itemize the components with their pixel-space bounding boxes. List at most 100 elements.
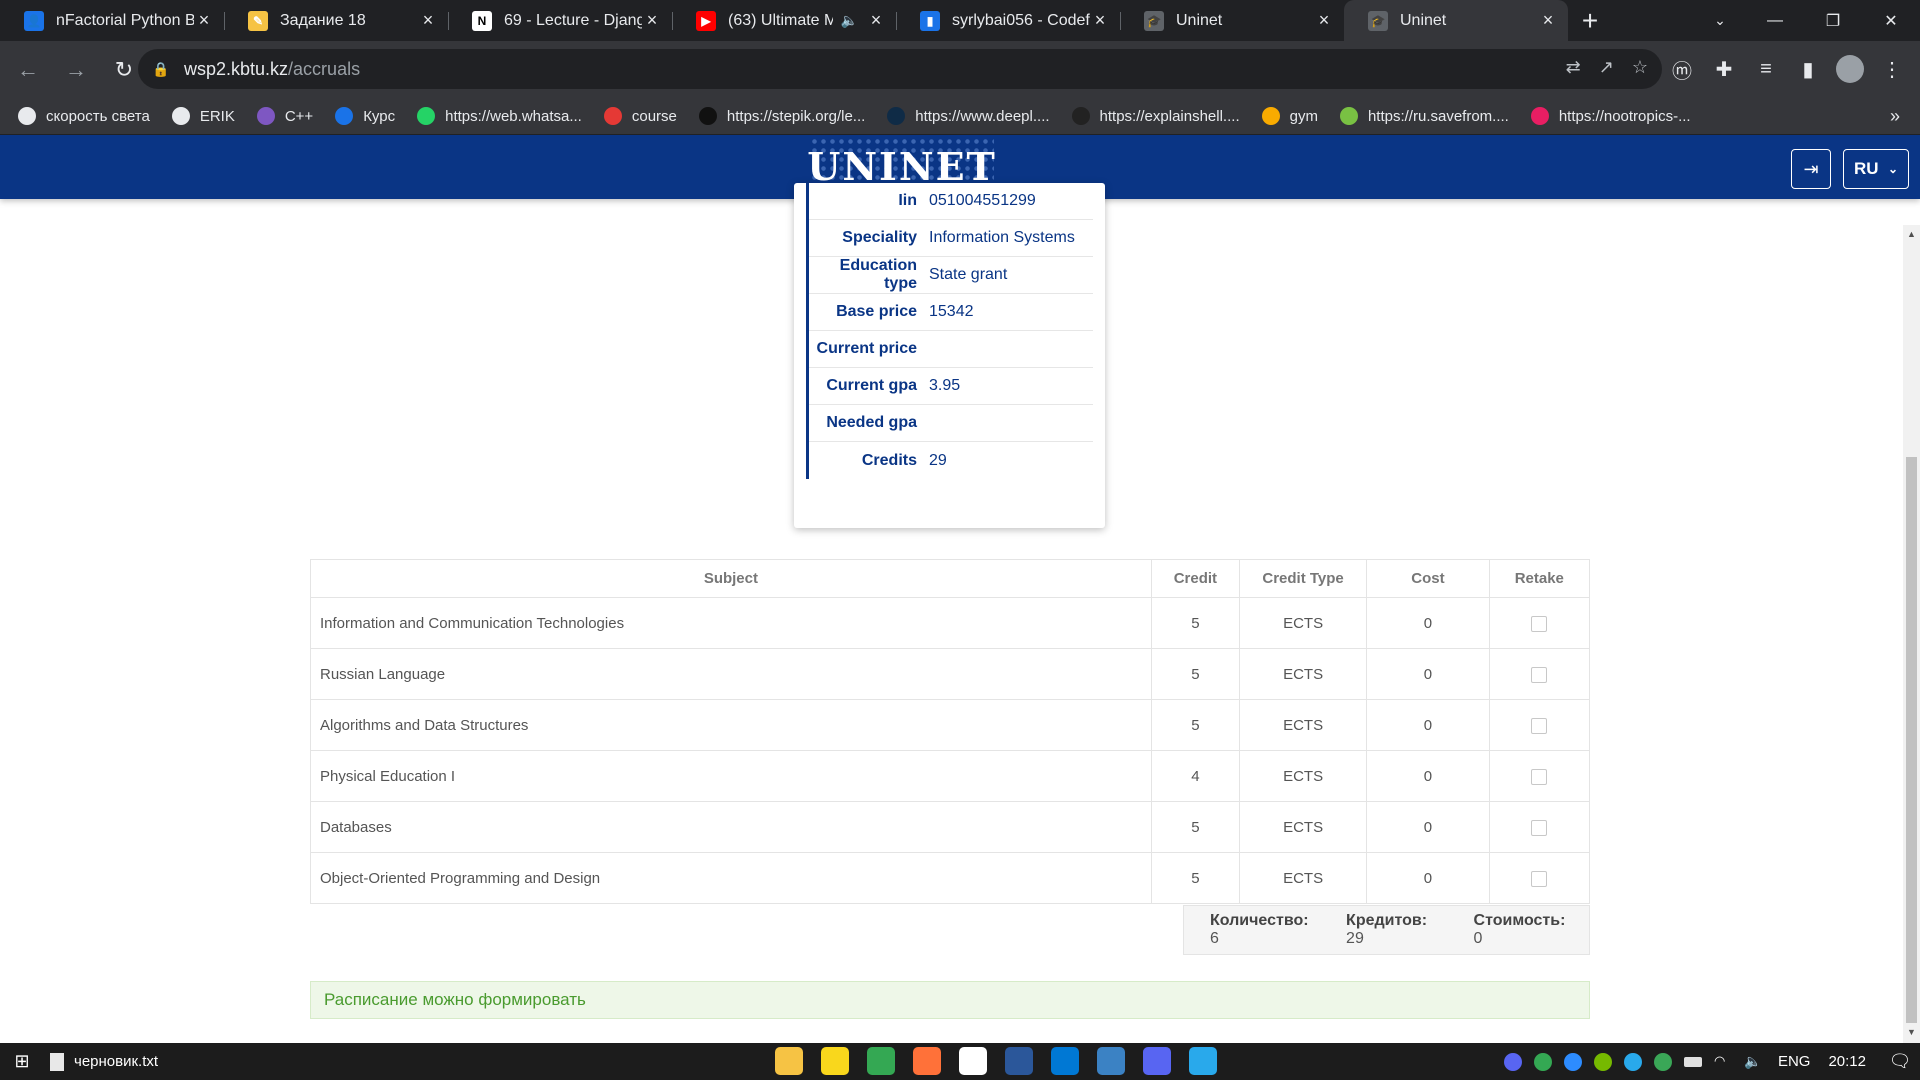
info-row: Current price (809, 331, 1093, 368)
wifi-icon[interactable]: ◠ (1714, 1053, 1732, 1071)
volume-icon[interactable]: 🔈 (1744, 1053, 1762, 1071)
translate-icon[interactable]: ⇄ (1566, 57, 1581, 78)
bookmark-favicon-icon (603, 107, 622, 125)
clock[interactable]: 20:12 (1828, 1053, 1866, 1070)
bookmark-item[interactable]: C++ (256, 107, 313, 125)
extension-m-icon[interactable]: ⓜ (1668, 49, 1696, 89)
bookmark-item[interactable]: https://www.deepl.... (887, 107, 1050, 125)
browser-tab[interactable]: ▮ syrlybai056 - Codeforces× (896, 0, 1120, 41)
info-row: Credits 29 (809, 442, 1093, 479)
retake-checkbox[interactable] (1531, 666, 1548, 683)
restore-icon[interactable]: ❐ (1804, 0, 1862, 41)
new-tab-button[interactable]: + (1568, 0, 1612, 41)
cell-cost: 0 (1366, 801, 1490, 853)
bookmark-item[interactable]: gym (1261, 107, 1318, 125)
browser-tab[interactable]: ✎ Задание 18 × (224, 0, 448, 41)
page-scrollbar[interactable]: ▲ ▼ (1903, 225, 1920, 1043)
schedule-status-alert: Расписание можно формировать (310, 981, 1590, 1019)
close-tab-icon[interactable]: × (194, 10, 214, 31)
yandex-icon[interactable] (959, 1047, 987, 1075)
windows-start-icon[interactable]: ⊞ (0, 1043, 44, 1080)
media-controls-icon[interactable]: ≡ (1752, 49, 1780, 89)
telegram-icon[interactable] (1189, 1047, 1217, 1075)
discord-tray-icon[interactable] (1503, 1052, 1522, 1071)
bookmark-item[interactable]: ERIK (171, 107, 235, 125)
bookmark-item[interactable]: скорость света (18, 107, 150, 125)
retake-checkbox[interactable] (1531, 615, 1548, 632)
vscode-icon[interactable] (1051, 1047, 1079, 1075)
network-tray-icon[interactable] (1653, 1052, 1672, 1071)
scroll-down-icon[interactable]: ▼ (1907, 1027, 1916, 1037)
retake-checkbox[interactable] (1531, 717, 1548, 734)
browser-tab[interactable]: ▶ (63) Ultimate Mr. Beast 🔈 × (672, 0, 896, 41)
bookmark-item[interactable]: https://web.whatsa... (417, 107, 582, 125)
chrome-tray-icon[interactable] (1533, 1052, 1552, 1071)
retake-checkbox[interactable] (1531, 819, 1548, 836)
bookmark-star-icon[interactable]: ☆ (1632, 57, 1648, 78)
bookmark-label: https://ru.savefrom.... (1367, 107, 1509, 125)
browser-tab[interactable]: 🎓 Uninet × (1120, 0, 1344, 41)
firefox-icon[interactable] (913, 1047, 941, 1075)
more-bookmarks-icon[interactable]: » (1890, 106, 1900, 127)
forward-icon[interactable]: → (56, 50, 96, 90)
browser-tab[interactable]: 🎓 Uninet × (1344, 0, 1568, 41)
bookmark-item[interactable]: https://ru.savefrom.... (1339, 107, 1509, 125)
close-tab-icon[interactable]: × (866, 10, 886, 31)
browser-menu-icon[interactable]: ⋮ (1878, 49, 1906, 89)
close-tab-icon[interactable]: × (1314, 10, 1334, 31)
ms-store-icon[interactable] (1005, 1047, 1033, 1075)
extensions-puzzle-icon[interactable]: ✚ (1710, 49, 1738, 89)
scrollbar-thumb[interactable] (1906, 457, 1917, 1023)
taskbar-notepad-window[interactable]: черновик.txt (50, 1052, 158, 1071)
side-panel-icon[interactable]: ▮ (1794, 49, 1822, 89)
close-tab-icon[interactable]: × (1090, 10, 1110, 31)
bookmark-label: https://explainshell.... (1099, 107, 1240, 125)
notifications-icon[interactable]: 🗨 (1880, 1051, 1920, 1072)
bookmark-item[interactable]: Курс (335, 107, 395, 125)
bookmark-item[interactable]: https://nootropics-... (1530, 107, 1691, 125)
close-tab-icon[interactable]: × (418, 10, 438, 31)
retake-checkbox[interactable] (1531, 768, 1548, 785)
browser-tab[interactable]: N 69 - Lecture - Django × (448, 0, 672, 41)
close-window-icon[interactable]: ✕ (1862, 0, 1920, 41)
bookmark-item[interactable]: https://stepik.org/le... (698, 107, 865, 125)
bookmark-label: gym (1289, 107, 1318, 125)
info-value: 3.95 (929, 377, 961, 394)
snipping-tool-icon[interactable] (1097, 1047, 1125, 1075)
scroll-up-icon[interactable]: ▲ (1907, 229, 1916, 239)
bookmark-item[interactable]: course (603, 107, 677, 125)
cell-credit-type: ECTS (1238, 597, 1368, 649)
bookmark-label: Курс (363, 107, 396, 125)
nvidia-tray-icon[interactable] (1593, 1052, 1612, 1071)
close-tab-icon[interactable]: × (642, 10, 662, 31)
close-tab-icon[interactable]: × (1538, 10, 1558, 31)
keyboard-language[interactable]: ENG (1778, 1053, 1811, 1070)
retake-checkbox[interactable] (1531, 870, 1548, 887)
profile-avatar[interactable] (1836, 49, 1864, 89)
minimize-icon[interactable]: — (1746, 0, 1804, 41)
telegram-tray-icon[interactable] (1623, 1052, 1642, 1071)
col-credit-type: Credit Type (1238, 559, 1368, 598)
cell-subject: Object-Oriented Programming and Design (310, 852, 1152, 904)
table-row: Algorithms and Data Structures 5 ECTS 0 (310, 699, 1591, 751)
bookmark-label: https://web.whatsa... (445, 107, 582, 125)
file-explorer-icon[interactable] (775, 1047, 803, 1075)
battery-icon[interactable] (1683, 1056, 1702, 1067)
bookmark-item[interactable]: https://explainshell.... (1071, 107, 1240, 125)
tab-search-icon[interactable]: ⌄ (1700, 0, 1740, 41)
tab-audio-icon[interactable]: 🔈 (841, 12, 858, 29)
logout-button[interactable]: ⇥ (1791, 149, 1831, 189)
cell-credit: 5 (1150, 852, 1240, 904)
sticky-notes-icon[interactable] (821, 1047, 849, 1075)
language-select[interactable]: RU ⌄ (1843, 149, 1909, 189)
share-icon[interactable]: ↗ (1599, 57, 1614, 78)
back-icon[interactable]: ← (8, 50, 48, 90)
bookmark-favicon-icon (1339, 107, 1358, 125)
chrome-icon[interactable] (867, 1047, 895, 1075)
address-bar[interactable]: 🔒 wsp2.kbtu.kz/accruals ⇄ ↗ ☆ (138, 49, 1662, 89)
bookmark-favicon-icon (18, 107, 36, 125)
zoom-tray-icon[interactable] (1563, 1052, 1582, 1071)
tab-title: Uninet (1176, 11, 1223, 29)
discord-icon[interactable] (1143, 1047, 1171, 1075)
browser-tab[interactable]: 👤 nFactorial Python Backend× (0, 0, 224, 41)
